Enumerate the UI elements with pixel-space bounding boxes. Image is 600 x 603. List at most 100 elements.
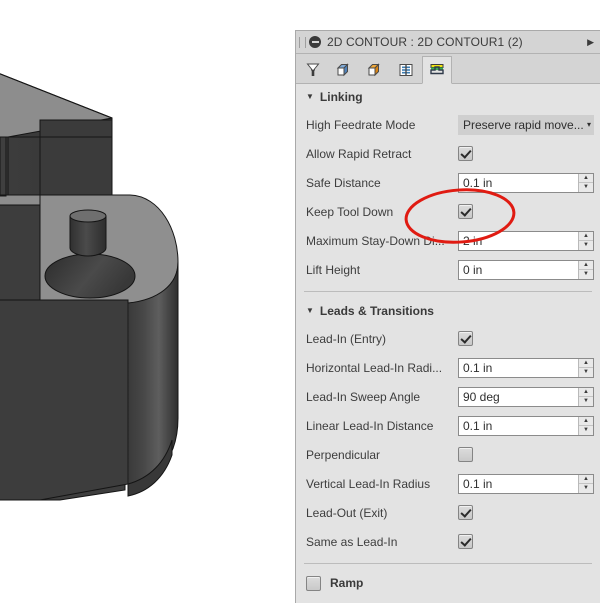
chevron-down-icon: ▾ [586,120,591,129]
tab-tool[interactable] [298,55,328,83]
cad-3d-viewport[interactable] [0,0,295,603]
section-header-leads-transitions[interactable]: ▼ Leads & Transitions [296,298,600,324]
label-same-as-lead-in: Same as Lead-In [306,534,398,549]
chevron-down-icon: ▼ [306,92,314,101]
label-lead-in-entry: Lead-In (Entry) [306,331,387,346]
value-maximum-stay-down-distance[interactable]: 2 in [459,232,578,250]
section-title-ramp: Ramp [330,576,364,590]
checkbox-keep-tool-down[interactable] [458,204,473,219]
row-lead-in-sweep-angle: Lead-In Sweep Angle 90 deg ▲ ▼ [296,382,600,411]
label-lead-in-sweep-angle: Lead-In Sweep Angle [306,389,421,404]
row-horizontal-lead-in-radius: Horizontal Lead-In Radi... 0.1 in ▲ ▼ [296,353,600,382]
panel-tabstrip [296,54,600,84]
spinner-up-icon[interactable]: ▲ [579,475,593,484]
label-safe-distance: Safe Distance [306,175,381,190]
row-perpendicular: Perpendicular [296,440,600,469]
value-horizontal-lead-in-radius[interactable]: 0.1 in [459,359,578,377]
label-horizontal-lead-in-radius: Horizontal Lead-In Radi... [306,360,443,375]
spinner-down-icon[interactable]: ▼ [579,426,593,435]
section-title-leads-transitions: Leads & Transitions [319,304,434,318]
spinner-horizontal-lead-in-radius[interactable]: ▲ ▼ [578,358,593,377]
spinner-down-icon[interactable]: ▼ [579,183,593,192]
spinfield-horizontal-lead-in-radius[interactable]: 0.1 in ▲ ▼ [458,357,594,378]
spinner-up-icon[interactable]: ▲ [579,232,593,241]
checkbox-ramp[interactable] [306,575,321,591]
row-allow-rapid-retract: Allow Rapid Retract [296,139,600,168]
checkbox-lead-in-entry[interactable] [458,331,473,346]
spinner-down-icon[interactable]: ▼ [579,368,593,377]
tab-geometry[interactable] [329,55,359,83]
section-header-ramp[interactable]: Ramp [296,570,600,596]
checkbox-same-as-lead-in[interactable] [458,534,473,549]
section-divider-1 [304,291,592,292]
row-maximum-stay-down-distance: Maximum Stay-Down Di... 2 in ▲ ▼ [296,226,600,255]
spinfield-maximum-stay-down-distance[interactable]: 2 in ▲ ▼ [458,230,594,251]
row-linear-lead-in-distance: Linear Lead-In Distance 0.1 in ▲ ▼ [296,411,600,440]
spinner-maximum-stay-down-distance[interactable]: ▲ ▼ [578,231,593,250]
spinfield-vertical-lead-in-radius[interactable]: 0.1 in ▲ ▼ [458,473,594,494]
spinner-up-icon[interactable]: ▲ [579,388,593,397]
row-vertical-lead-in-radius: Vertical Lead-In Radius 0.1 in ▲ ▼ [296,469,600,498]
app-root: 2D CONTOUR : 2D CONTOUR1 (2) ▶ ▼ Linking… [0,0,600,603]
spinner-down-icon[interactable]: ▼ [579,397,593,406]
spinner-lift-height[interactable]: ▲ ▼ [578,260,593,279]
section-divider-2 [304,563,592,564]
spinfield-linear-lead-in-distance[interactable]: 0.1 in ▲ ▼ [458,415,594,436]
row-same-as-lead-in: Same as Lead-In [296,527,600,556]
checkbox-perpendicular[interactable] [458,447,473,462]
model-face-body-front [0,299,129,501]
row-safe-distance: Safe Distance 0.1 in ▲ ▼ [296,168,600,197]
heights-cube-icon [367,62,380,76]
expand-arrow-icon[interactable]: ▶ [587,37,596,48]
label-keep-tool-down: Keep Tool Down [306,204,394,219]
value-vertical-lead-in-radius[interactable]: 0.1 in [459,475,578,493]
dropdown-value-high-feedrate-mode: Preserve rapid move... [463,117,584,132]
geometry-cube-icon [336,62,349,76]
label-allow-rapid-retract: Allow Rapid Retract [306,146,412,161]
checkbox-allow-rapid-retract[interactable] [458,146,473,161]
dropdown-high-feedrate-mode[interactable]: Preserve rapid move... ▾ [458,114,594,135]
spinner-down-icon[interactable]: ▼ [579,241,593,250]
spinner-down-icon[interactable]: ▼ [579,484,593,493]
spinner-down-icon[interactable]: ▼ [579,270,593,279]
spinfield-lift-height[interactable]: 0 in ▲ ▼ [458,259,594,280]
tab-passes[interactable] [391,55,421,83]
label-lead-out-exit: Lead-Out (Exit) [306,505,388,520]
spinner-lead-in-sweep-angle[interactable]: ▲ ▼ [578,387,593,406]
row-lead-in-entry: Lead-In (Entry) [296,324,600,353]
spinfield-lead-in-sweep-angle[interactable]: 90 deg ▲ ▼ [458,386,594,407]
passes-layers-icon [399,63,413,76]
operation-properties-panel: 2D CONTOUR : 2D CONTOUR1 (2) ▶ ▼ Linking… [295,30,600,603]
row-keep-tool-down: Keep Tool Down [296,197,600,226]
section-header-linking[interactable]: ▼ Linking [296,84,600,110]
section-title-linking: Linking [319,90,363,104]
value-lead-in-sweep-angle[interactable]: 90 deg [459,388,578,406]
label-maximum-stay-down-distance: Maximum Stay-Down Di... [306,233,445,248]
tab-linking[interactable] [422,56,452,84]
spinner-safe-distance[interactable]: ▲ ▼ [578,173,593,192]
panel-titlebar[interactable]: 2D CONTOUR : 2D CONTOUR1 (2) ▶ [296,31,600,54]
spinner-linear-lead-in-distance[interactable]: ▲ ▼ [578,416,593,435]
spinner-up-icon[interactable]: ▲ [579,261,593,270]
cad-model-render [0,73,179,501]
value-lift-height[interactable]: 0 in [459,261,578,279]
spinner-vertical-lead-in-radius[interactable]: ▲ ▼ [578,474,593,493]
row-lead-out-exit: Lead-Out (Exit) [296,498,600,527]
tab-heights[interactable] [360,55,390,83]
spinfield-safe-distance[interactable]: 0.1 in ▲ ▼ [458,172,594,193]
drag-grip-icon[interactable] [299,36,306,48]
model-face-ledge-front [0,204,41,301]
collapse-minus-icon[interactable] [309,36,321,48]
spinner-up-icon[interactable]: ▲ [579,174,593,183]
value-linear-lead-in-distance[interactable]: 0.1 in [459,417,578,435]
value-safe-distance[interactable]: 0.1 in [459,174,578,192]
spinner-up-icon[interactable]: ▲ [579,417,593,426]
spinner-up-icon[interactable]: ▲ [579,359,593,368]
model-counterbore-hole [44,253,136,299]
checkbox-lead-out-exit[interactable] [458,505,473,520]
label-perpendicular: Perpendicular [306,447,381,462]
chevron-down-icon: ▼ [306,306,314,315]
panel-body: ▼ Linking High Feedrate Mode Preserve ra… [296,84,600,596]
label-lift-height: Lift Height [306,262,361,277]
endmill-tool-icon [306,63,320,76]
